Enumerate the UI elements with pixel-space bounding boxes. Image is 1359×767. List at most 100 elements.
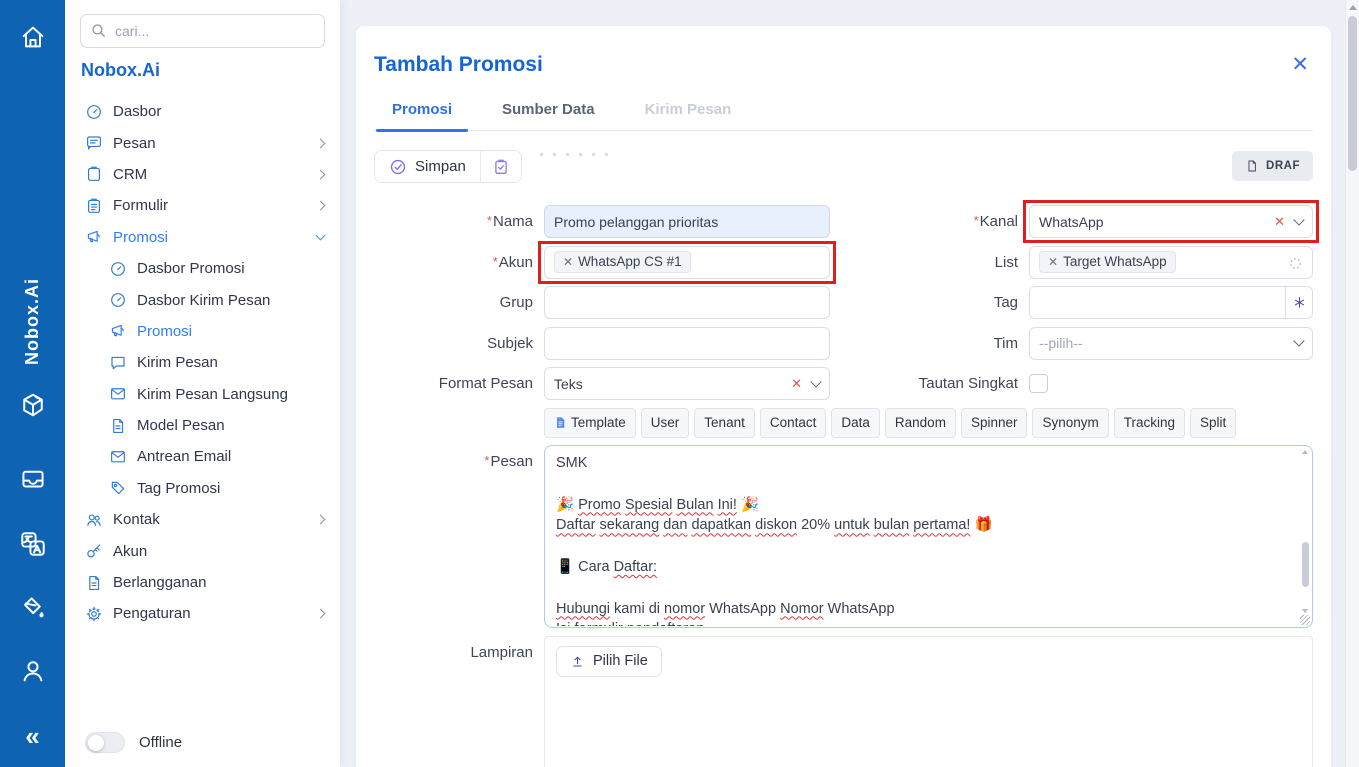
envelope-icon	[109, 448, 127, 466]
nama-field[interactable]	[544, 205, 830, 238]
template-icon	[554, 416, 567, 429]
tim-select[interactable]: --pilih--	[1029, 327, 1313, 360]
grup-input[interactable]	[554, 295, 820, 311]
clipboard-check-button[interactable]	[480, 151, 521, 182]
sidebar-item-kirim-pesan[interactable]: Kirim Pesan	[65, 347, 340, 378]
token-spinner[interactable]: Spinner	[961, 408, 1028, 438]
tag-input[interactable]	[1030, 287, 1285, 318]
tag-field-group	[1029, 286, 1313, 319]
pesan-textarea[interactable]: SMK🎉 Promo Spesial Bulan Ini! 🎉Daftar se…	[544, 445, 1313, 628]
translate-icon[interactable]	[18, 529, 48, 559]
tautan-singkat-checkbox[interactable]	[1029, 374, 1048, 393]
chevron-right-icon	[316, 138, 326, 148]
spinner-icon	[1288, 256, 1303, 271]
sidebar-search	[80, 14, 325, 48]
draft-status-badge[interactable]: DRAF	[1232, 151, 1313, 181]
sidebar-item-label: Kirim Pesan	[137, 354, 324, 371]
token-synonym[interactable]: Synonym	[1032, 408, 1108, 438]
grup-label: Grup	[500, 294, 533, 311]
close-icon[interactable]: ✕	[1287, 52, 1313, 77]
subjek-input[interactable]	[554, 335, 820, 351]
chevron-down-icon[interactable]	[1293, 335, 1304, 346]
sidebar-item-dasbor[interactable]: Dasbor	[65, 96, 340, 127]
sidebar-item-kirim-pesan-langsung[interactable]: Kirim Pesan Langsung	[65, 379, 340, 410]
sidebar-item-dasbor-kirim-pesan[interactable]: Dasbor Kirim Pesan	[65, 284, 340, 315]
sidebar-item-label: Pesan	[113, 135, 317, 152]
offline-label: Offline	[139, 734, 182, 751]
sidebar-item-antrean-email[interactable]: Antrean Email	[65, 441, 340, 472]
akun-multiselect[interactable]: ✕ WhatsApp CS #1	[544, 246, 830, 279]
clear-x-icon[interactable]: ✕	[791, 376, 802, 392]
clear-x-icon[interactable]: ✕	[1274, 214, 1285, 230]
draft-badge-label: DRAF	[1266, 160, 1300, 172]
token-contact[interactable]: Contact	[760, 408, 827, 438]
tab-promosi[interactable]: Promosi	[376, 101, 468, 130]
sidebar-item-promosi[interactable]: Promosi	[65, 222, 340, 253]
gauge-icon	[109, 260, 127, 278]
token-tracking[interactable]: Tracking	[1114, 408, 1185, 438]
chat-icon	[109, 354, 127, 372]
sidebar-item-tag-promosi[interactable]: Tag Promosi	[65, 473, 340, 504]
pilih-file-button[interactable]: Pilih File	[556, 646, 662, 677]
token-label: Template	[571, 415, 626, 430]
message-icon	[85, 134, 103, 152]
chevron-down-icon[interactable]	[810, 376, 821, 387]
sidebar-item-akun[interactable]: Akun	[65, 535, 340, 566]
format-pesan-label: Format Pesan	[439, 375, 533, 392]
grup-field[interactable]	[544, 286, 830, 319]
chip-remove-icon[interactable]: ✕	[1048, 255, 1058, 269]
document-icon	[109, 417, 127, 435]
sidebar-item-dasbor-promosi[interactable]: Dasbor Promosi	[65, 253, 340, 284]
pesan-text: SMK🎉 Promo Spesial Bulan Ini! 🎉Daftar se…	[546, 447, 1298, 626]
format-pesan-select[interactable]: Teks ✕	[544, 367, 830, 400]
document-icon	[85, 574, 103, 592]
scroll-up-icon[interactable]	[1349, 5, 1357, 10]
nama-input[interactable]	[554, 214, 820, 230]
sidebar-item-model-pesan[interactable]: Model Pesan	[65, 410, 340, 441]
token-random[interactable]: Random	[885, 408, 956, 438]
sidebar-item-formulir[interactable]: Formulir	[65, 190, 340, 221]
sidebar-item-crm[interactable]: CRM	[65, 159, 340, 190]
token-split[interactable]: Split	[1190, 408, 1236, 438]
sidebar-item-berlangganan[interactable]: Berlangganan	[65, 567, 340, 598]
save-button[interactable]: Simpan	[375, 151, 480, 182]
textarea-scrollbar-thumb[interactable]	[1302, 542, 1309, 587]
chip-remove-icon[interactable]: ✕	[563, 255, 573, 269]
sidebar-item-promosi[interactable]: Promosi	[65, 316, 340, 347]
collapse-icon[interactable]: «	[18, 721, 48, 751]
scrollbar-thumb[interactable]	[1348, 16, 1357, 171]
inbox-icon[interactable]	[18, 464, 48, 494]
scroll-up-icon[interactable]	[1302, 450, 1308, 454]
cube-icon[interactable]	[18, 390, 48, 420]
save-button-label: Simpan	[415, 158, 466, 175]
sidebar-item-label: Berlangganan	[113, 574, 324, 591]
person-icon[interactable]	[18, 656, 48, 686]
search-icon	[90, 22, 107, 39]
kanal-select[interactable]: WhatsApp ✕	[1029, 205, 1313, 238]
asterisk-icon[interactable]	[1285, 287, 1312, 318]
lampiran-dropzone[interactable]: Pilih File	[544, 636, 1313, 767]
list-multiselect[interactable]: ✕ Target WhatsApp	[1029, 246, 1313, 279]
subjek-label: Subjek	[487, 335, 533, 352]
chevron-down-icon[interactable]	[1293, 214, 1304, 225]
token-tenant[interactable]: Tenant	[694, 408, 755, 438]
window-scrollbar[interactable]	[1345, 0, 1359, 767]
rail-brand-vertical: Nobox.Ai	[0, 252, 65, 392]
offline-toggle[interactable]	[85, 732, 125, 753]
tab-sumber-data[interactable]: Sumber Data	[486, 101, 611, 130]
sidebar-item-kontak[interactable]: Kontak	[65, 504, 340, 535]
sidebar-item-pesan[interactable]: Pesan	[65, 127, 340, 158]
token-user[interactable]: User	[641, 408, 690, 438]
home-icon[interactable]	[18, 22, 48, 52]
paint-icon[interactable]	[18, 593, 48, 623]
token-data[interactable]: Data	[831, 408, 880, 438]
subjek-field[interactable]	[544, 327, 830, 360]
chevron-down-icon	[316, 231, 326, 241]
token-label: Random	[895, 415, 946, 430]
token-template[interactable]: Template	[544, 408, 636, 438]
scroll-down-icon[interactable]	[1302, 609, 1308, 613]
search-input[interactable]	[80, 14, 325, 48]
resize-handle[interactable]	[1300, 615, 1310, 625]
sidebar-item-label: Model Pesan	[137, 417, 324, 434]
sidebar-item-pengaturan[interactable]: Pengaturan	[65, 598, 340, 629]
